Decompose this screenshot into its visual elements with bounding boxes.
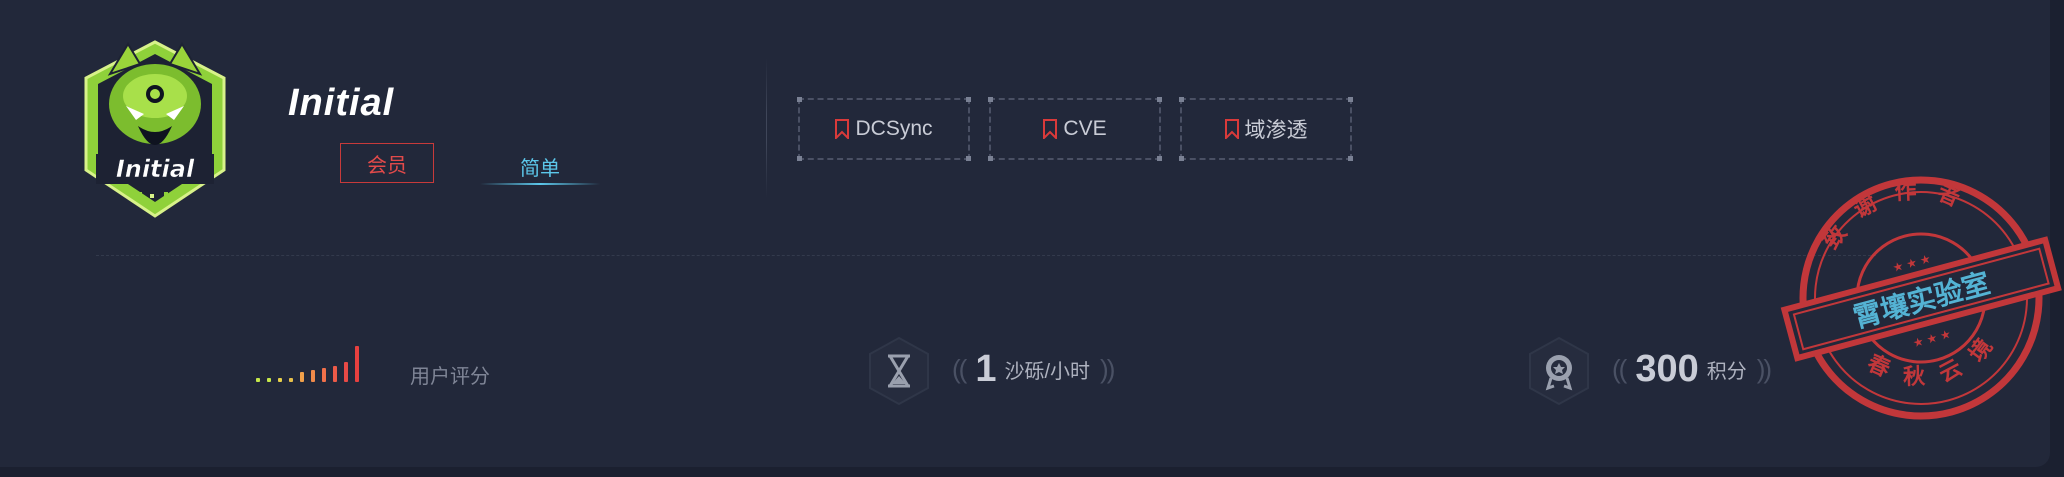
paren-open: (( [1612, 354, 1627, 384]
time-stat: (( 1 沙砾/小时 )) [952, 348, 1115, 391]
author-thanks-stamp: 致谢作者 春秋云境 霄壤实验室 ★ ★ ★ ★ ★ ★ [1780, 159, 2062, 420]
vertical-divider [766, 58, 767, 198]
bookmark-icon [1224, 119, 1239, 139]
rating-bar [311, 370, 315, 382]
difficulty-label: 简单 [520, 158, 560, 180]
keyword-tag[interactable]: 域渗透 [1179, 97, 1353, 161]
time-unit: 沙砾/小时 [1004, 361, 1091, 383]
medal-icon [1529, 336, 1589, 406]
points-stat: (( 300 积分 )) [1612, 348, 1772, 391]
keyword-label: 域渗透 [1244, 119, 1308, 142]
bookmark-icon [1043, 119, 1058, 139]
challenge-logo: Initial [84, 40, 226, 218]
paren-close: )) [1756, 354, 1772, 384]
horizontal-divider [96, 255, 1876, 256]
rating-bar [333, 366, 337, 382]
keyword-tag[interactable]: CVE [988, 97, 1162, 161]
keyword-tag[interactable]: DCSync [797, 97, 971, 161]
rating-bar [267, 378, 271, 382]
difficulty-tag: 简单 [480, 143, 600, 185]
points-unit: 积分 [1706, 361, 1747, 383]
logo-text: Initial [116, 155, 195, 183]
paren-close: )) [1100, 354, 1115, 384]
hourglass-icon [869, 336, 929, 406]
rating-label: 用户评分 [410, 366, 490, 388]
keyword-label: DCSync [855, 117, 933, 140]
keyword-label: CVE [1063, 117, 1107, 140]
points-value: 300 [1635, 348, 1699, 390]
rating-bar [289, 378, 293, 382]
rating-bars [256, 342, 359, 382]
stamp-top-text: 致谢作者 [1809, 159, 1985, 258]
time-value: 1 [975, 348, 997, 390]
svg-text:致谢作者: 致谢作者 [1809, 159, 1985, 258]
rating-bar [355, 346, 359, 382]
rating-bar [256, 378, 260, 382]
bookmark-icon [835, 119, 850, 139]
rating-bar [278, 378, 282, 382]
rating-bar [300, 372, 304, 382]
difficulty-underline [480, 183, 600, 185]
paren-open: (( [952, 354, 967, 384]
challenge-title: Initial [288, 82, 395, 124]
rating-bar [344, 362, 348, 382]
member-tag: 会员 [340, 143, 434, 183]
svg-text:★ ★ ★: ★ ★ ★ [1911, 327, 1952, 351]
rating-bar [322, 368, 326, 382]
challenge-card: Initial Initial 会员 简单 DCSync CVE 域渗透 用户评… [0, 0, 2062, 467]
